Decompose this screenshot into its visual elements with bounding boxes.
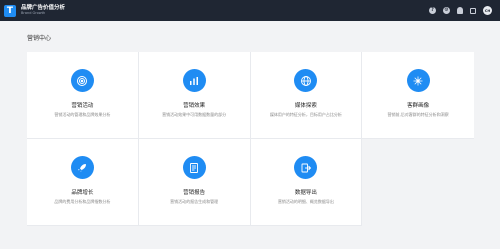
top-navigation-bar: T 品牌广告价值分析 Brand Growth ? ⚙ CH xyxy=(0,0,500,21)
card-description: 营销活动的管理和品牌效果分析 xyxy=(54,112,111,117)
card-marketing-report[interactable]: 营销报告 营销活动的报告生成和管理 xyxy=(138,139,251,226)
card-marketing-campaign[interactable]: 营销活动 营销活动的管理和品牌效果分析 xyxy=(27,52,139,139)
page-title: 营销中心 xyxy=(27,35,52,42)
network-icon xyxy=(413,76,423,85)
card-title: 营销报告 xyxy=(183,190,206,196)
user-avatar[interactable]: CH xyxy=(483,6,492,15)
apps-icon[interactable] xyxy=(470,7,476,14)
card-marketing-effect[interactable]: 营销效果 营销活动效果中可用数据数量的部分 xyxy=(138,52,251,139)
help-icon[interactable]: ? xyxy=(429,7,436,14)
card-description: 品牌的费用分析和品牌指数分析 xyxy=(54,199,111,204)
globe-icon xyxy=(300,75,311,86)
card-brand-growth[interactable]: 品牌增长 品牌的费用分析和品牌指数分析 xyxy=(27,139,139,226)
export-icon xyxy=(301,163,312,172)
card-title: 营销活动 xyxy=(71,103,94,109)
target-icon xyxy=(77,75,88,86)
brand-block: 品牌广告价值分析 Brand Growth xyxy=(21,5,65,16)
app-logo[interactable]: T xyxy=(4,4,16,17)
card-data-export[interactable]: 数据导出 营销活动的明细、概览数据导出 xyxy=(250,139,363,226)
empty-slot xyxy=(362,139,474,226)
network-icon-badge xyxy=(406,69,430,92)
card-description: 营销活动的报告生成和管理 xyxy=(170,199,219,204)
card-audience-portrait[interactable]: 客群画像 营销前,后对客群的特征分析和洞察 xyxy=(362,52,474,139)
card-media-exploration[interactable]: 媒体探索 媒体用户的特征分析，目标用户占比分析 xyxy=(250,52,363,139)
card-title: 媒体探索 xyxy=(294,103,317,109)
card-title: 客群画像 xyxy=(407,103,430,109)
card-description: 媒体用户的特征分析，目标用户占比分析 xyxy=(269,112,342,117)
rocket-icon-badge xyxy=(70,156,94,179)
report-icon-badge xyxy=(182,156,206,179)
app-subtitle: Brand Growth xyxy=(21,11,46,15)
settings-icon[interactable]: ⚙ xyxy=(443,7,450,14)
target-icon-badge xyxy=(70,69,94,92)
card-description: 营销活动的明细、概览数据导出 xyxy=(277,199,334,204)
card-title: 营销效果 xyxy=(183,103,206,109)
card-title: 数据导出 xyxy=(294,190,317,196)
feature-grid: 营销活动 营销活动的管理和品牌效果分析 营销效果 营销活动效果中可用数据数量的部… xyxy=(27,52,474,226)
globe-icon-badge xyxy=(294,69,318,92)
bell-icon[interactable] xyxy=(457,7,463,14)
card-description: 营销活动效果中可用数据数量的部分 xyxy=(162,112,227,117)
card-description: 营销前,后对客群的特征分析和洞察 xyxy=(387,112,449,117)
rocket-icon xyxy=(78,163,87,172)
report-icon xyxy=(190,162,199,173)
header-actions: ? ⚙ CH xyxy=(429,0,492,21)
export-icon-badge xyxy=(294,156,318,179)
bar-chart-icon xyxy=(190,76,199,85)
card-title: 品牌增长 xyxy=(71,190,94,196)
bar-chart-icon-badge xyxy=(182,69,206,92)
